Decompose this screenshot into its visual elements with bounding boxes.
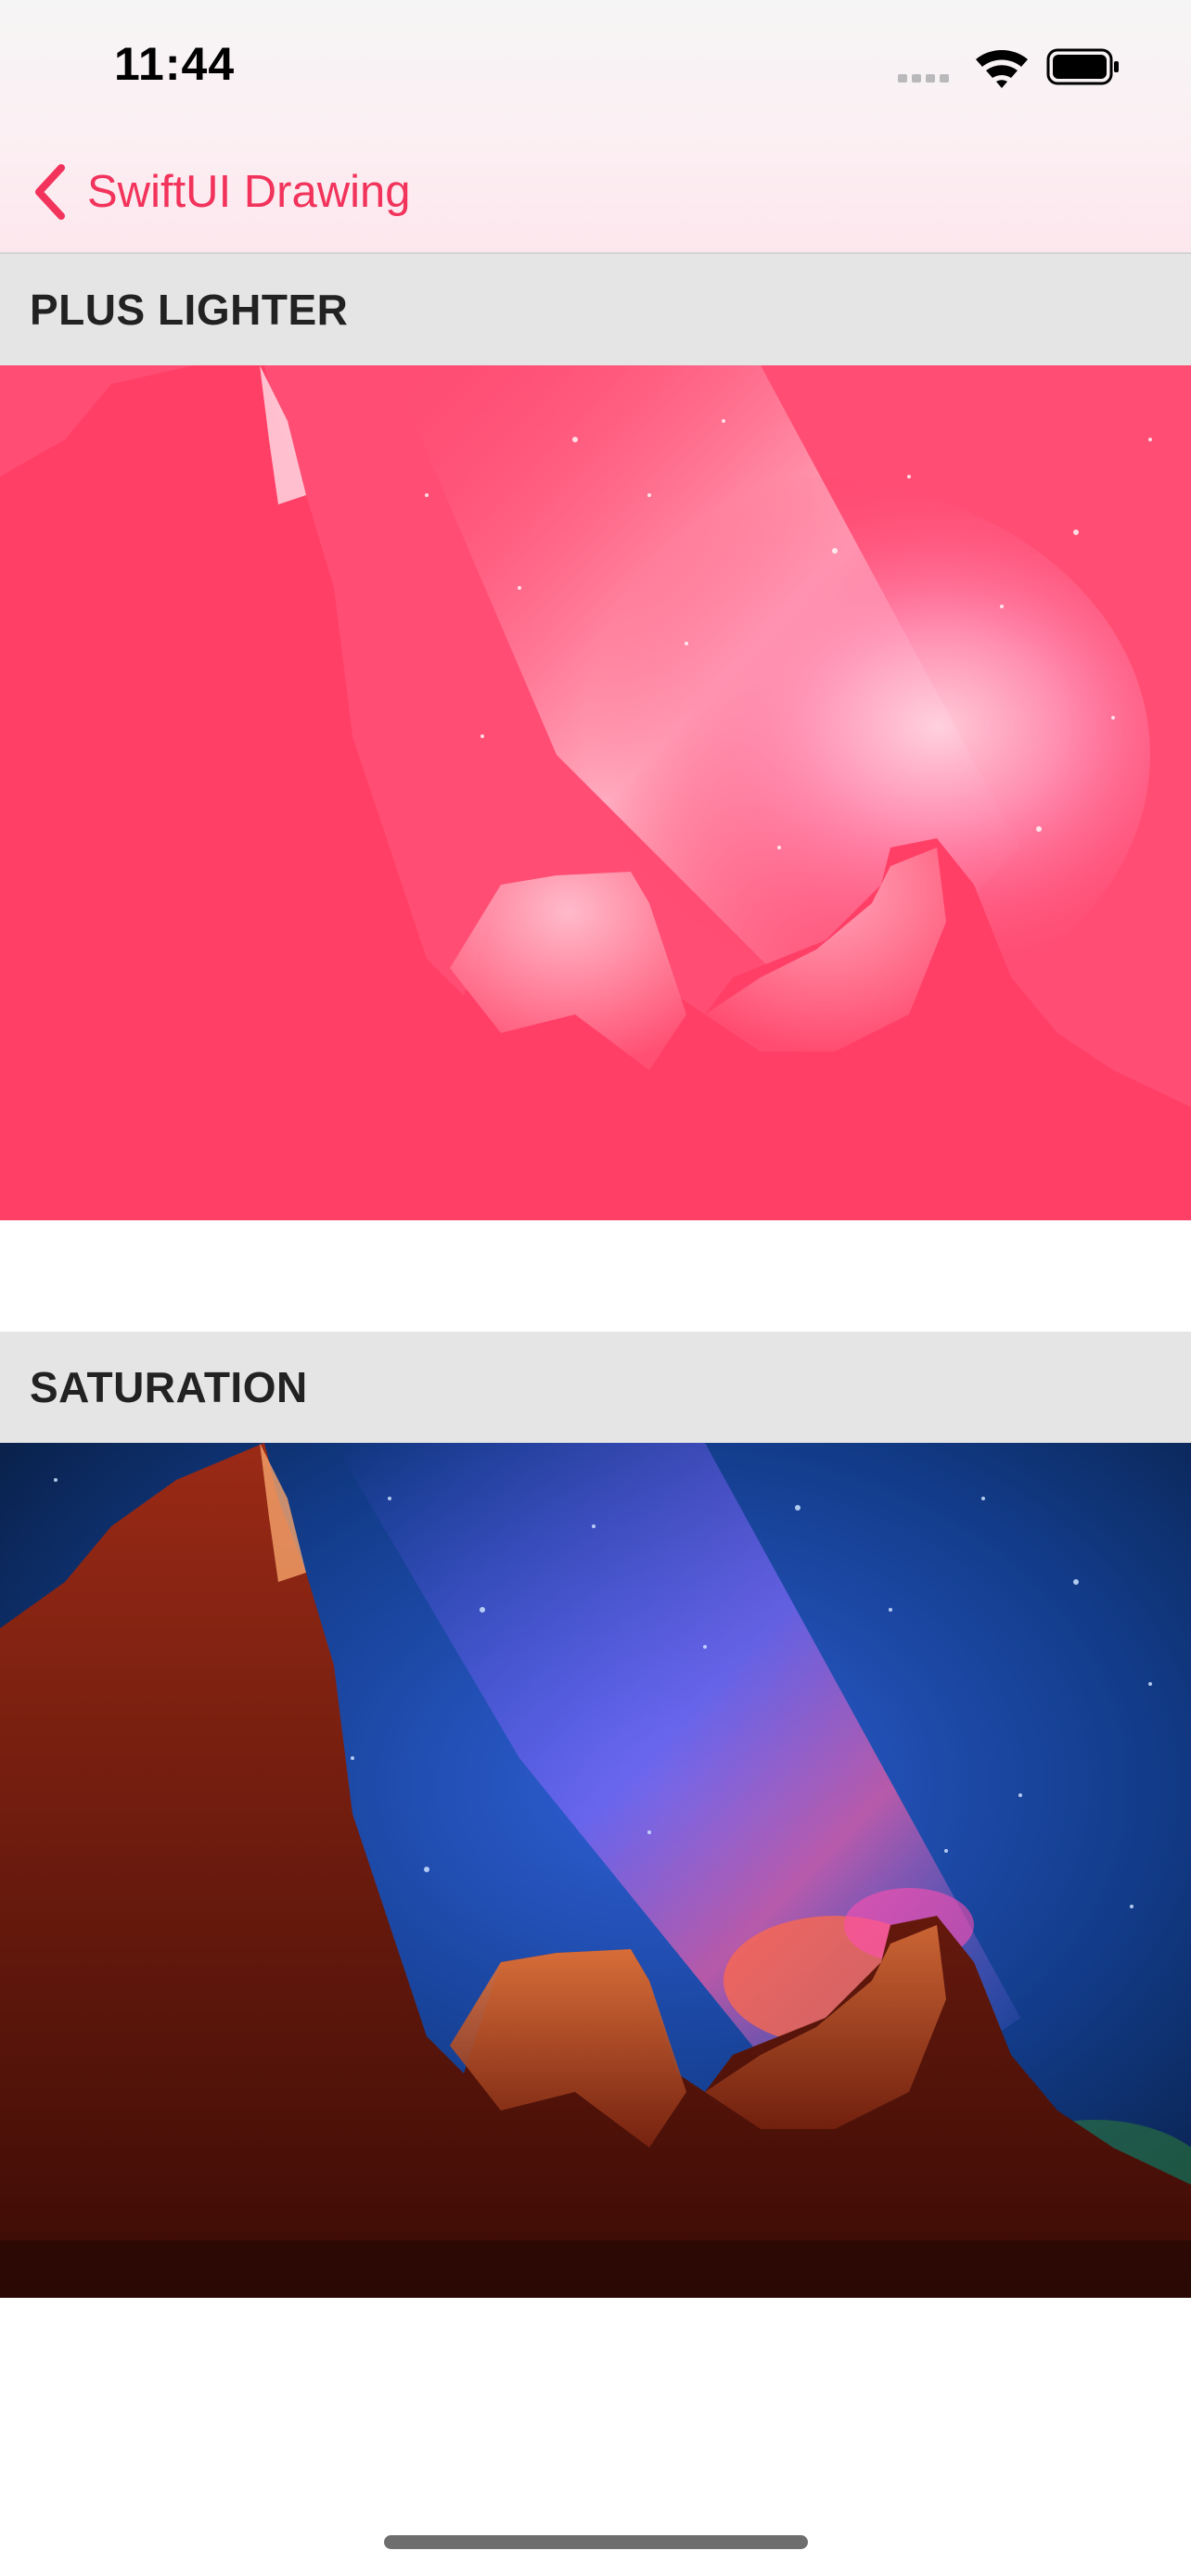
status-time: 11:44 xyxy=(114,38,236,90)
home-indicator[interactable] xyxy=(384,2535,808,2549)
section-title: SATURATION xyxy=(30,1363,308,1411)
navigation-bar: SwiftUI Drawing xyxy=(0,130,1191,254)
status-bar: 11:44 xyxy=(0,0,1191,130)
chevron-left-icon xyxy=(32,159,69,224)
section-title: PLUS LIGHTER xyxy=(30,286,349,334)
back-button-label: SwiftUI Drawing xyxy=(87,167,411,217)
status-icons xyxy=(898,45,1121,89)
battery-icon xyxy=(1046,48,1119,85)
section-header-plus-lighter: PLUS LIGHTER xyxy=(0,254,1191,365)
back-button[interactable]: SwiftUI Drawing xyxy=(32,159,411,224)
wifi-icon xyxy=(976,49,1028,88)
cellular-signal-icon xyxy=(898,74,949,83)
saturation-image xyxy=(0,1443,1191,2298)
section-header-saturation: SATURATION xyxy=(0,1332,1191,1443)
plus-lighter-image xyxy=(0,365,1191,1220)
